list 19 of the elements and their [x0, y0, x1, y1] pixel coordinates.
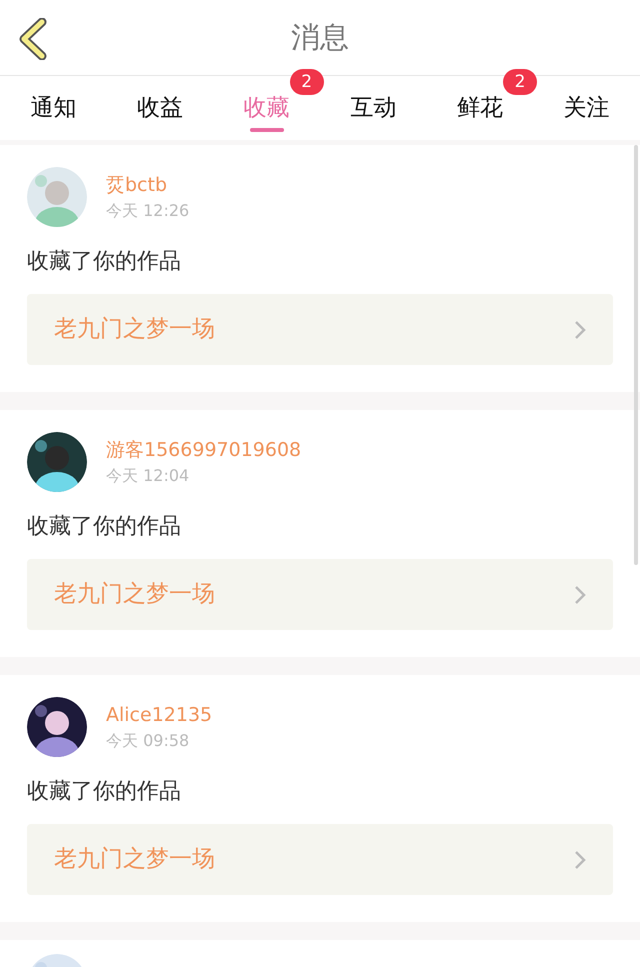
work-link[interactable]: 老九门之梦一场: [27, 824, 613, 895]
work-link[interactable]: 老九门之梦一场: [27, 294, 613, 365]
count-badge: 2: [290, 69, 324, 95]
message-time: 今天 12:26: [106, 200, 190, 222]
tab[interactable]: 通知: [26, 76, 80, 140]
tab[interactable]: 关注: [560, 76, 614, 140]
tab[interactable]: 收益: [133, 76, 187, 140]
work-link[interactable]: 老九门之梦一场: [27, 559, 613, 630]
count-badge: 2: [503, 69, 538, 95]
message-time: 今天 12:04: [106, 465, 190, 487]
page-title: 消息: [291, 18, 349, 56]
user-name[interactable]: 游客1566997019608: [106, 436, 302, 464]
message-time: 今天 09:58: [106, 730, 190, 752]
message-text: 收藏了你的作品: [27, 778, 182, 806]
user-name[interactable]: Alice12135: [106, 701, 212, 729]
user-name[interactable]: 烎bctb: [106, 171, 190, 199]
tab[interactable]: 互动: [346, 76, 400, 140]
message-text: 收藏了你的作品: [27, 513, 182, 541]
message-text: 收藏了你的作品: [27, 248, 182, 276]
